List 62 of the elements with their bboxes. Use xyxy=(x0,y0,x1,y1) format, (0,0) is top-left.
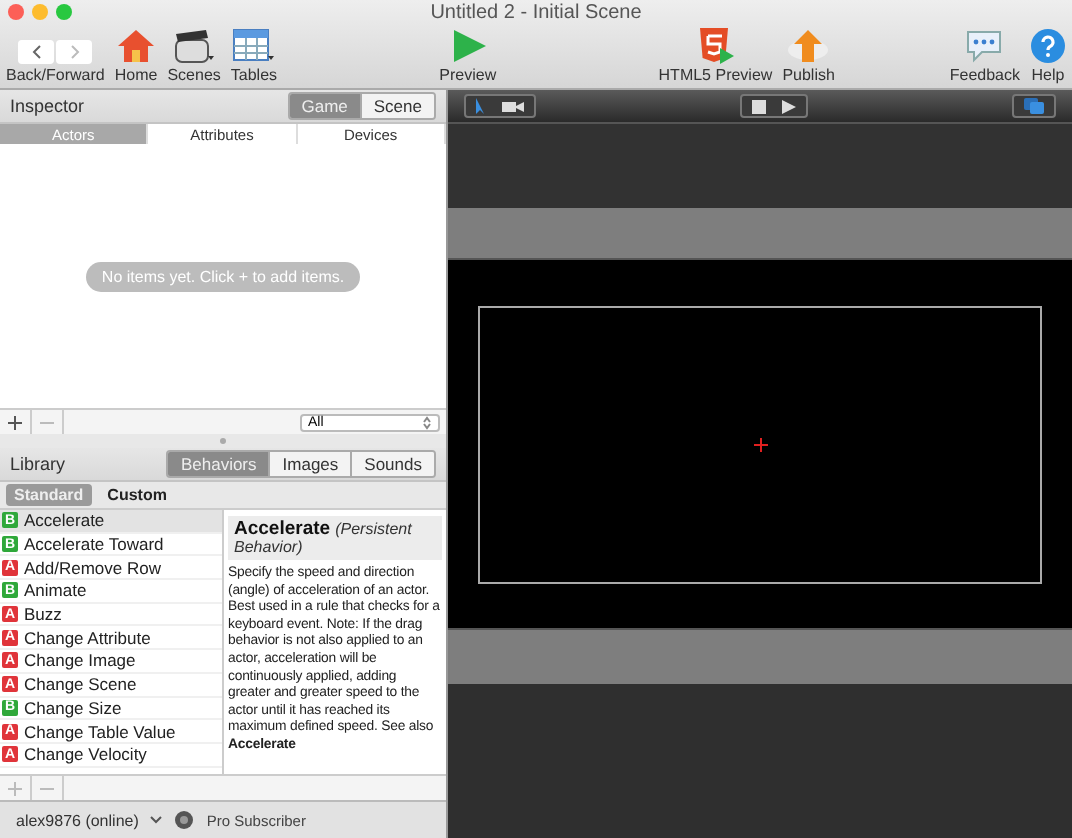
minimize-button[interactable] xyxy=(32,4,48,20)
stop-icon xyxy=(752,99,766,113)
help-button[interactable]: Help xyxy=(1030,28,1067,84)
pointer-icon xyxy=(476,98,486,114)
tool-toggle[interactable] xyxy=(464,94,536,118)
zoom-button[interactable] xyxy=(56,4,72,20)
chevron-right-icon xyxy=(69,44,80,60)
splitter-handle[interactable] xyxy=(220,438,226,444)
cloud-upload-icon xyxy=(786,28,831,64)
minus-icon xyxy=(40,785,54,791)
behavior-name: Change Image xyxy=(24,650,136,671)
forward-button[interactable] xyxy=(56,40,93,64)
view-button[interactable] xyxy=(1012,94,1056,118)
user-menu[interactable]: alex9876 (online) xyxy=(16,811,139,829)
behavior-name: Animate xyxy=(24,580,87,601)
behavior-name: Change Velocity xyxy=(24,744,147,765)
minus-icon xyxy=(40,419,54,425)
chevron-left-icon xyxy=(31,44,42,60)
inspector-title: Inspector xyxy=(10,96,85,116)
clapperboard-icon xyxy=(172,28,217,64)
behavior-name: Accelerate Toward xyxy=(24,534,164,555)
library-title: Library xyxy=(10,454,66,474)
behavior-name: Buzz xyxy=(24,604,62,625)
window-title: Untitled 2 - Initial Scene xyxy=(428,1,644,23)
shield-icon xyxy=(695,28,736,64)
empty-message: No items yet. Click + to add items. xyxy=(85,261,361,291)
detail-heading: Accelerate (Persistent Behavior) xyxy=(228,516,442,560)
stepper-arrows-icon xyxy=(422,415,432,429)
back-forward-label: Back/Forward xyxy=(6,66,105,84)
behavior-name: Change Scene xyxy=(24,674,137,695)
behavior-name: Change Size xyxy=(24,697,122,718)
tables-button[interactable]: Tables xyxy=(230,28,278,84)
behavior-name: Add/Remove Row xyxy=(24,557,162,578)
home-button[interactable]: Home xyxy=(114,28,158,84)
behavior-name: Change Table Value xyxy=(24,721,176,742)
close-button[interactable] xyxy=(8,4,24,20)
house-icon xyxy=(116,28,157,64)
preview-button[interactable]: Preview xyxy=(439,28,497,84)
scenes-button[interactable]: Scenes xyxy=(167,28,221,84)
chevron-down-icon xyxy=(150,816,163,824)
camera-icon xyxy=(502,99,524,113)
speech-bubble-icon xyxy=(964,28,1005,64)
play-icon xyxy=(782,99,796,113)
plus-icon xyxy=(8,415,22,429)
library-tab[interactable]: Images xyxy=(268,452,351,476)
table-icon xyxy=(231,28,276,64)
behavior-name: Change Attribute xyxy=(24,627,151,648)
playback-controls[interactable] xyxy=(740,94,808,118)
back-forward-control[interactable]: Back/Forward xyxy=(6,40,105,84)
mode-tab[interactable]: Scene xyxy=(359,94,434,118)
library-tab[interactable]: Sounds xyxy=(350,452,434,476)
html5-button[interactable]: HTML5 Preview xyxy=(658,28,773,84)
window-icon xyxy=(1024,98,1044,114)
plus-icon xyxy=(8,781,22,795)
help-icon xyxy=(1030,28,1067,64)
back-button[interactable] xyxy=(18,40,55,64)
feedback-button[interactable]: Feedback xyxy=(949,28,1021,84)
badge-icon xyxy=(174,810,195,830)
publish-button[interactable]: Publish xyxy=(782,28,835,84)
behavior-name: Accelerate xyxy=(24,510,105,531)
crosshair-icon xyxy=(753,437,767,451)
library-subtab[interactable]: Custom xyxy=(99,484,175,506)
